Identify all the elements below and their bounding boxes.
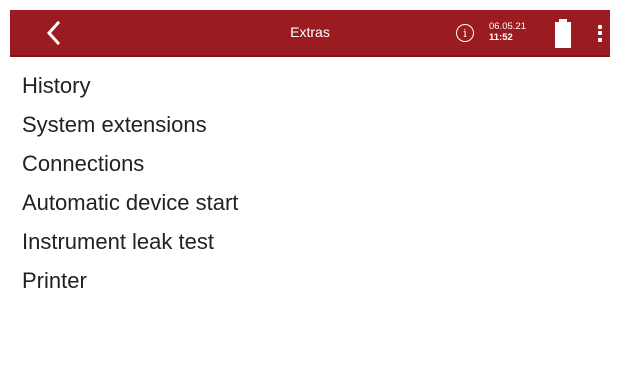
menu-item-system-extensions[interactable]: System extensions: [22, 107, 602, 146]
menu-item-history[interactable]: History: [22, 68, 602, 107]
extras-screen: Extras i 06.05.21 11:52 History System e…: [0, 0, 625, 376]
date-time-display: 06.05.21 11:52: [489, 21, 537, 43]
menu-item-automatic-device-start[interactable]: Automatic device start: [22, 185, 602, 224]
more-options-button[interactable]: [588, 20, 612, 46]
date-text: 06.05.21: [489, 21, 526, 32]
more-vertical-icon-dot: [598, 37, 602, 42]
info-button[interactable]: i: [456, 24, 474, 42]
back-button[interactable]: [36, 16, 70, 50]
more-vertical-icon-dot: [598, 31, 602, 35]
extras-menu-list: History System extensions Connections Au…: [22, 68, 602, 302]
info-circle-icon: i: [463, 26, 467, 40]
time-text: 11:52: [489, 32, 513, 43]
more-vertical-icon: [598, 24, 602, 29]
app-header: Extras i 06.05.21 11:52: [10, 10, 610, 57]
menu-item-connections[interactable]: Connections: [22, 146, 602, 185]
battery-full-icon: [555, 19, 571, 48]
battery-level: [555, 22, 571, 48]
chevron-left-icon: [46, 21, 60, 45]
menu-item-instrument-leak-test[interactable]: Instrument leak test: [22, 224, 602, 263]
menu-item-printer[interactable]: Printer: [22, 263, 602, 302]
